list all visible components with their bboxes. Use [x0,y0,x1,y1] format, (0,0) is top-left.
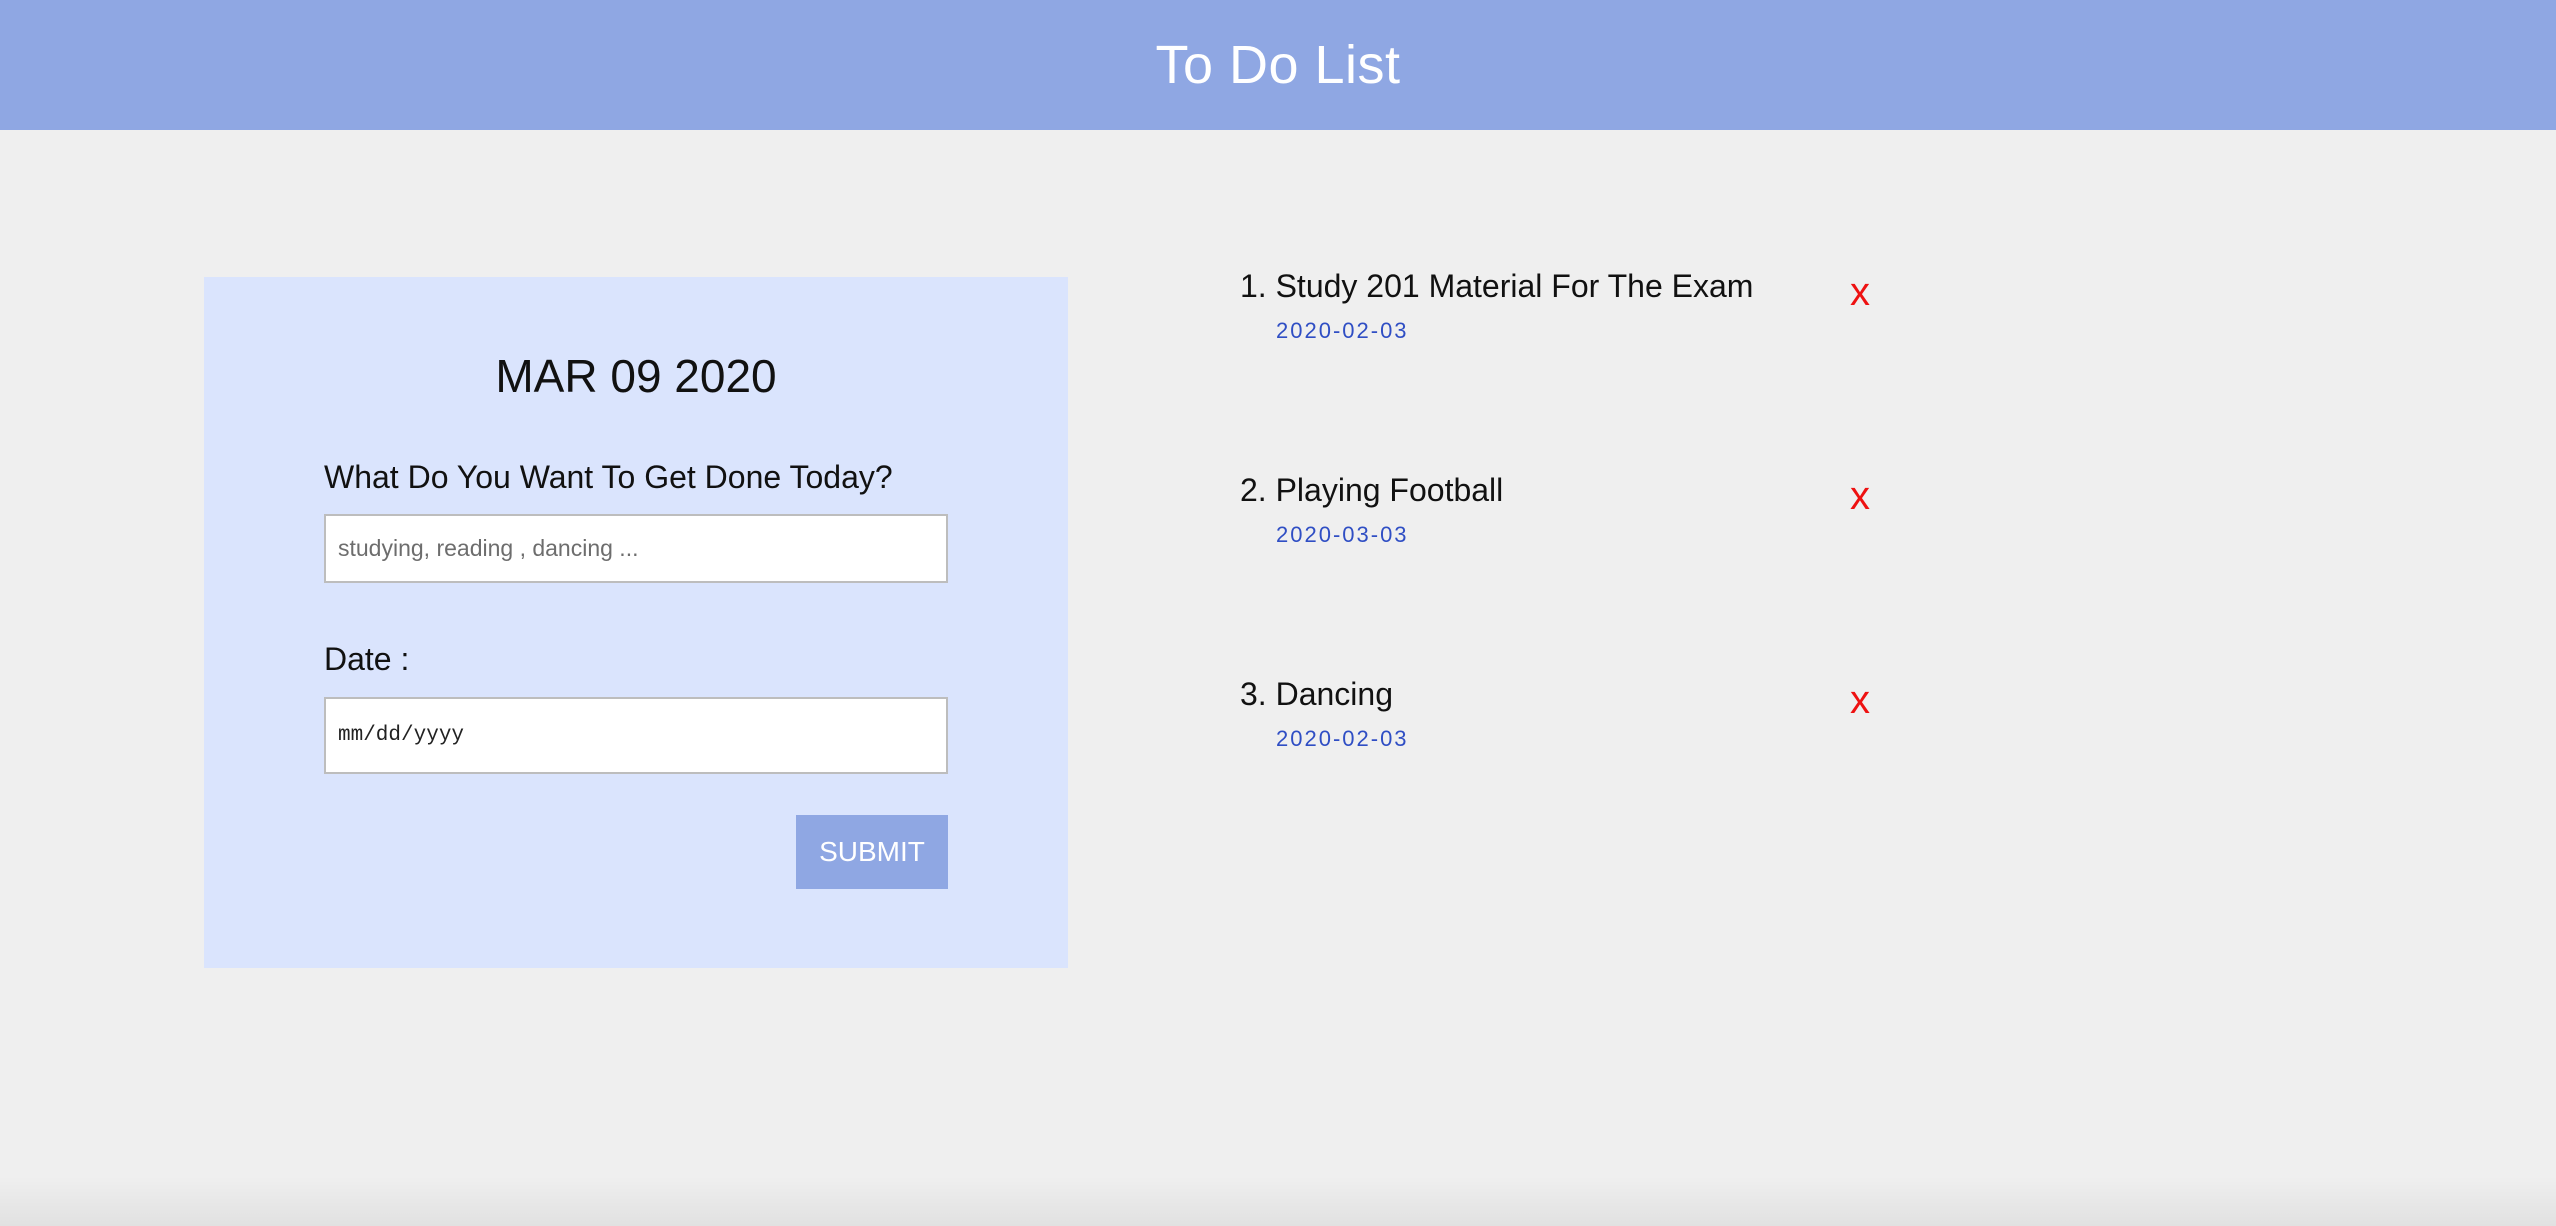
todo-title: 3. Dancing [1240,676,1393,712]
task-question-label: What Do You Want To Get Done Today? [324,459,893,495]
delete-icon[interactable]: x [1850,272,1870,312]
delete-icon[interactable]: x [1850,476,1870,516]
date-input-placeholder: mm/dd/yyyy [338,724,465,747]
todo-date: 2020-02-03 [1276,318,1409,343]
add-task-form: MAR 09 2020 What Do You Want To Get Done… [204,277,1068,968]
date-input[interactable]: mm/dd/yyyy [324,697,948,774]
delete-icon[interactable]: x [1850,680,1870,720]
todo-item: 2. Playing Football 2020-03-03 x [1240,472,1900,572]
date-label: Date : [324,641,410,677]
task-input[interactable] [324,514,948,583]
todo-date: 2020-02-03 [1276,726,1409,751]
current-date-heading: MAR 09 2020 [495,350,777,402]
bottom-shadow [0,1176,2556,1226]
todo-date: 2020-03-03 [1276,522,1409,547]
todo-title: 2. Playing Football [1240,472,1504,508]
todo-item: 3. Dancing 2020-02-03 x [1240,676,1900,776]
todo-title: 1. Study 201 Material For The Exam [1240,268,1754,304]
todo-item: 1. Study 201 Material For The Exam 2020-… [1240,268,1900,368]
submit-button[interactable]: SUBMIT [796,815,948,889]
app-header: To Do List [0,0,2556,130]
app-title: To Do List [1155,35,1401,95]
